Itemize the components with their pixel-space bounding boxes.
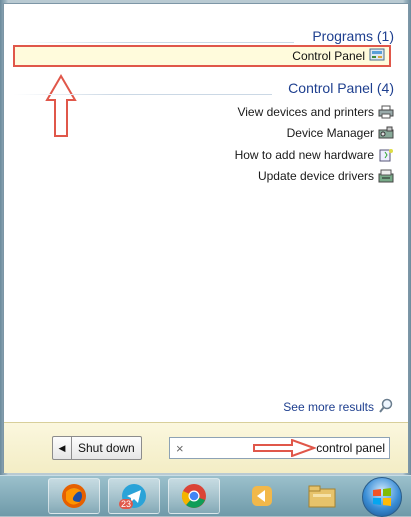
divider — [14, 42, 294, 43]
file-explorer-icon — [308, 485, 336, 508]
taskbar-media-player[interactable] — [236, 478, 288, 514]
see-more-results-link[interactable]: See more results — [283, 398, 394, 416]
telegram-unread-badge: 23 — [119, 499, 134, 509]
result-add-hardware[interactable]: How to add new hardware — [235, 145, 394, 165]
annotation-right-arrow — [253, 439, 316, 457]
result-device-manager[interactable]: Device Manager — [287, 123, 394, 143]
programs-group-header[interactable]: Programs (1) — [312, 28, 394, 44]
firefox-icon — [62, 484, 86, 508]
shutdown-options-arrow[interactable]: ◀ — [53, 437, 72, 459]
see-more-label: See more results — [283, 400, 374, 414]
search-icon — [378, 398, 394, 417]
taskbar-firefox[interactable] — [48, 478, 100, 514]
result-label: Update device drivers — [257, 169, 374, 183]
clear-search-icon[interactable]: × — [176, 441, 184, 456]
start-menu: Programs (1) Control Panel Control Panel… — [3, 3, 409, 473]
result-label: View devices and printers — [237, 105, 374, 119]
shutdown-button[interactable]: ◀ Shut down — [52, 436, 142, 460]
printer-icon — [378, 104, 394, 120]
result-view-devices-printers[interactable]: View devices and printers — [237, 102, 394, 122]
search-input-value: control panel — [316, 441, 385, 455]
result-update-drivers[interactable]: Update device drivers — [258, 166, 394, 186]
annotation-up-arrow — [45, 74, 77, 137]
chrome-icon — [181, 484, 206, 508]
shutdown-label: Shut down — [78, 441, 135, 455]
start-button[interactable] — [362, 477, 402, 517]
result-control-panel[interactable]: Control Panel — [13, 45, 391, 67]
taskbar-chrome[interactable] — [168, 478, 220, 514]
driver-icon — [378, 168, 394, 184]
result-label: How to add new hardware — [234, 148, 374, 162]
control-panel-icon — [369, 47, 385, 66]
start-menu-bottom-pane: ◀ Shut down × control panel — [4, 422, 408, 473]
taskbar: 23 — [0, 475, 411, 517]
device-manager-icon — [378, 125, 394, 141]
result-label: Device Manager — [286, 126, 374, 140]
search-results-pane: Programs (1) Control Panel Control Panel… — [4, 4, 408, 422]
taskbar-telegram[interactable]: 23 — [108, 478, 160, 514]
media-player-icon — [252, 486, 272, 506]
hardware-help-icon — [378, 147, 394, 163]
taskbar-file-explorer[interactable] — [296, 478, 348, 514]
control-panel-group-header[interactable]: Control Panel (4) — [288, 80, 394, 96]
result-label: Control Panel — [292, 49, 365, 63]
divider — [14, 94, 272, 95]
windows-logo-icon — [373, 488, 391, 506]
